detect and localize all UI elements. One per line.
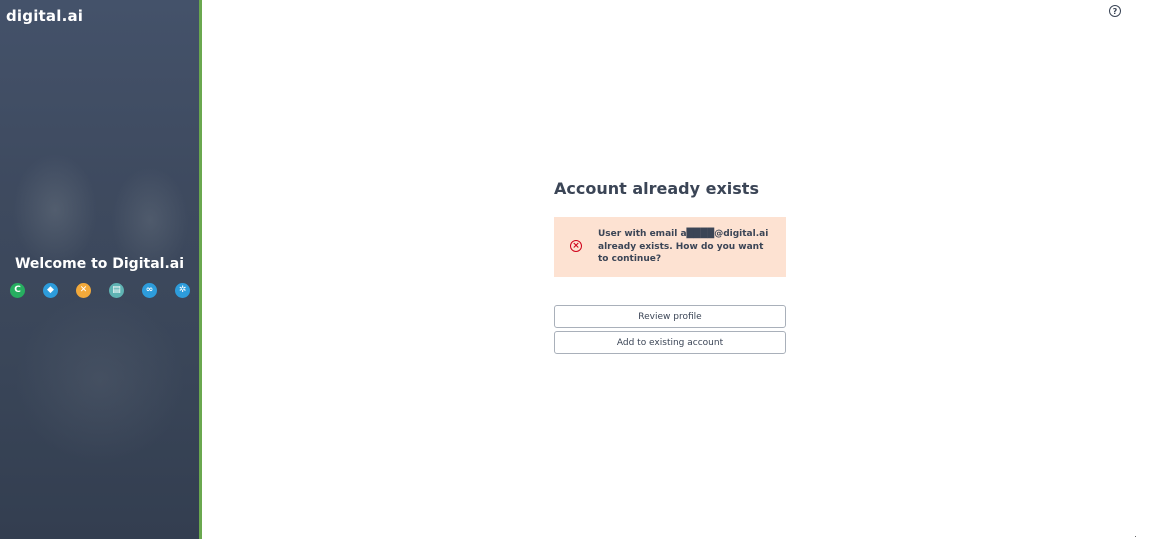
product-icon-5: ∞ (142, 283, 157, 298)
alert-message: User with email a​████@digital.ai alread… (598, 229, 769, 264)
product-icons: C ◆ ✕ ▤ ∞ ✲ (10, 283, 190, 299)
left-panel: digital.ai Welcome to Digital.ai C ◆ ✕ ▤ ∞ ✲ (0, 0, 202, 539)
corner-mark (1135, 536, 1136, 537)
add-to-existing-account-button[interactable]: Add to existing account (554, 331, 786, 354)
product-icon-1: C (10, 283, 25, 298)
welcome-heading: Welcome to Digital.ai (14, 256, 185, 272)
product-icon-2: ◆ (43, 283, 58, 298)
error-circle-icon: × (570, 240, 582, 252)
review-profile-button[interactable]: Review profile (554, 305, 786, 328)
error-alert: × User with email a​████@digital.ai alre… (554, 217, 786, 277)
help-circle-icon[interactable]: ? (1109, 5, 1121, 17)
digital-ai-logo: digital.ai (6, 7, 84, 25)
page-title: Account already exists (554, 179, 759, 198)
product-icon-3: ✕ (76, 283, 91, 298)
product-icon-4: ▤ (109, 283, 124, 298)
product-icon-6: ✲ (175, 283, 190, 298)
